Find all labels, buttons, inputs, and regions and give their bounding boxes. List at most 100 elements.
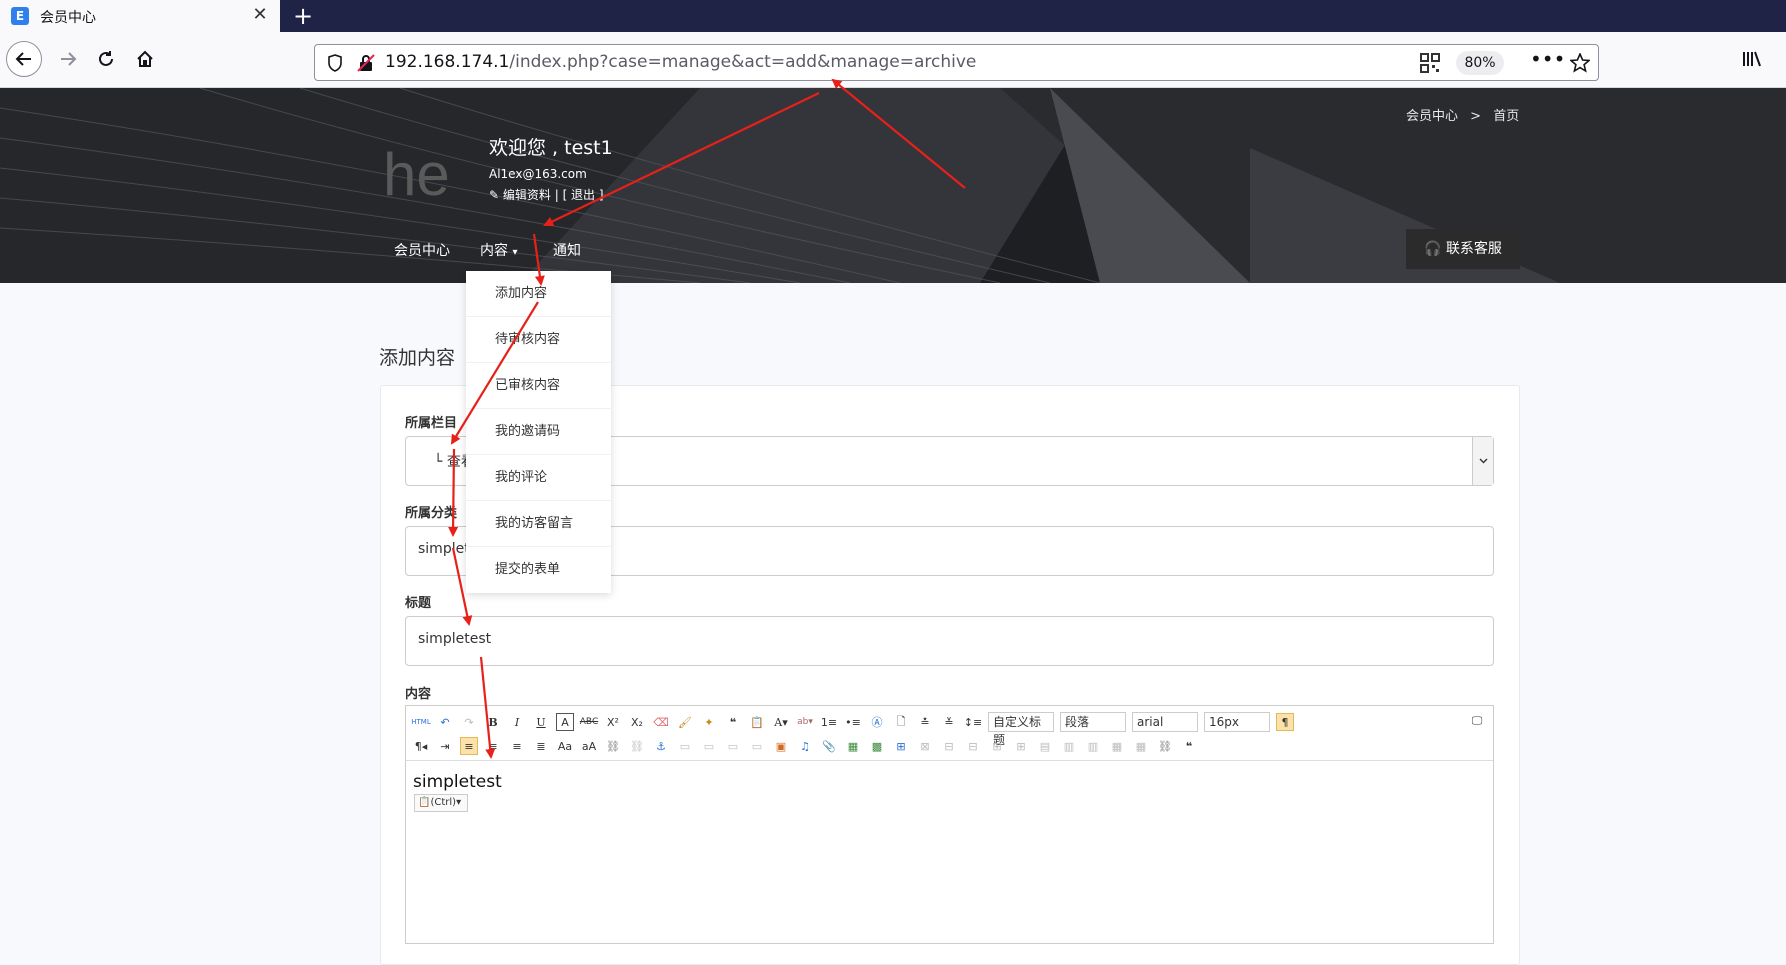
blockquote-icon[interactable]: ❝ bbox=[724, 713, 742, 731]
dropdown-item-my-comments[interactable]: 我的评论 bbox=[466, 455, 611, 501]
delete-table-icon[interactable]: ⊠ bbox=[916, 737, 934, 755]
line-height-icon[interactable]: ↕≡ bbox=[964, 713, 982, 731]
float-left-icon[interactable]: ▭ bbox=[700, 737, 718, 755]
more-actions-icon[interactable]: ••• bbox=[1530, 47, 1565, 71]
align-right-icon[interactable]: ≡ bbox=[508, 737, 526, 755]
lowercase-icon[interactable]: aA bbox=[580, 737, 598, 755]
menu-item-notice[interactable]: 通知 bbox=[553, 240, 581, 260]
clear-doc-icon[interactable]: 🗋 bbox=[892, 713, 910, 731]
browser-tab[interactable]: E 会员中心 ✕ bbox=[0, 0, 280, 32]
qr-code-icon bbox=[1420, 53, 1440, 73]
insert-row-icon[interactable]: ⊟ bbox=[940, 737, 958, 755]
float-center-icon[interactable]: ▭ bbox=[748, 737, 766, 755]
merge-cells-icon[interactable]: ▤ bbox=[1036, 737, 1054, 755]
menu-item-member-center[interactable]: 会员中心 bbox=[394, 240, 450, 260]
ordered-list-icon[interactable]: 1≡ bbox=[820, 713, 838, 731]
insecure-lock-icon bbox=[357, 54, 375, 72]
link-icon[interactable]: ⛓ bbox=[604, 737, 622, 755]
font-color-icon[interactable]: A▾ bbox=[772, 713, 790, 731]
new-tab-button[interactable]: + bbox=[290, 2, 316, 30]
float-none-icon[interactable]: ▭ bbox=[676, 737, 694, 755]
forward-button[interactable] bbox=[50, 41, 86, 77]
row-spacing-top-icon[interactable]: ≛ bbox=[916, 713, 934, 731]
undo-icon[interactable]: ↶ bbox=[436, 713, 454, 731]
select-all-icon[interactable]: Ⓐ bbox=[868, 713, 886, 731]
map-icon[interactable]: ▦ bbox=[844, 737, 862, 755]
paragraph-mark-icon[interactable]: ¶◂ bbox=[412, 737, 430, 755]
unlink-icon[interactable]: ⛓ bbox=[628, 737, 646, 755]
title-input[interactable]: simpletest bbox=[405, 616, 1494, 666]
italic-icon[interactable]: I bbox=[508, 713, 526, 731]
eraser-icon[interactable]: ⌫ bbox=[652, 713, 670, 731]
menu-item-content[interactable]: 内容 ▾ bbox=[480, 240, 517, 260]
anchor-icon[interactable]: ⚓ bbox=[652, 737, 670, 755]
align-justify-icon[interactable]: ≣ bbox=[532, 737, 550, 755]
dropdown-item-visitor-messages[interactable]: 我的访客留言 bbox=[466, 501, 611, 547]
music-icon[interactable]: ♫ bbox=[796, 737, 814, 755]
border-text-icon[interactable]: A bbox=[556, 713, 574, 731]
url-text[interactable]: 192.168.174.1/index.php?case=manage&act=… bbox=[385, 52, 976, 72]
merge-right-icon[interactable]: ▥ bbox=[1060, 737, 1078, 755]
dropdown-item-approved-content[interactable]: 已审核内容 bbox=[466, 363, 611, 409]
format-painter-icon[interactable]: 🖌 bbox=[676, 713, 694, 731]
insert-frame-icon[interactable]: ▩ bbox=[868, 737, 886, 755]
font-size-select[interactable]: 16px bbox=[1204, 712, 1270, 732]
float-right-icon[interactable]: ▭ bbox=[724, 737, 742, 755]
strikethrough-icon[interactable]: ABC bbox=[580, 713, 598, 731]
insert-code-icon[interactable]: ⛓ bbox=[1156, 737, 1174, 755]
split-cells-icon[interactable]: ▦ bbox=[1108, 737, 1126, 755]
quote-icon[interactable]: ❝ bbox=[1180, 737, 1198, 755]
breadcrumb-member-center[interactable]: 会员中心 bbox=[1406, 109, 1458, 124]
indent-icon[interactable]: ⇥ bbox=[436, 737, 454, 755]
redo-icon[interactable]: ↷ bbox=[460, 713, 478, 731]
dropdown-item-submitted-forms[interactable]: 提交的表单 bbox=[466, 547, 611, 593]
uppercase-icon[interactable]: Aa bbox=[556, 737, 574, 755]
dropdown-item-pending-content[interactable]: 待审核内容 bbox=[466, 317, 611, 363]
delete-row-icon[interactable]: ⊟ bbox=[964, 737, 982, 755]
bookmark-star-icon bbox=[1570, 53, 1590, 73]
unordered-list-icon[interactable]: •≡ bbox=[844, 713, 862, 731]
paste-options-tip[interactable]: 📋(Ctrl)▾ bbox=[414, 794, 468, 812]
contact-support-button[interactable]: 🎧 联系客服 bbox=[1406, 229, 1520, 269]
breadcrumb-home[interactable]: 首页 bbox=[1493, 109, 1519, 124]
html-source-icon[interactable]: HTML bbox=[411, 713, 430, 731]
direction-ltr-icon[interactable]: ¶ bbox=[1276, 713, 1294, 731]
dropdown-item-invite-code[interactable]: 我的邀请码 bbox=[466, 409, 611, 455]
underline-icon[interactable]: U bbox=[532, 713, 550, 731]
rich-text-editor[interactable]: HTML ↶ ↷ B I U A ABC X² X₂ ⌫ 🖌 ✦ ❝ 📋 A▾ … bbox=[405, 705, 1494, 944]
subscript-icon[interactable]: X₂ bbox=[628, 713, 646, 731]
paste-plain-icon[interactable]: 📋 bbox=[748, 713, 766, 731]
bold-icon[interactable]: B bbox=[484, 713, 502, 731]
url-bar[interactable]: 192.168.174.1/index.php?case=manage&act=… bbox=[314, 44, 1599, 81]
close-icon[interactable]: ✕ bbox=[250, 4, 270, 26]
image-icon[interactable]: ▣ bbox=[772, 737, 790, 755]
site-header: he 欢迎您 , test1 Al1ex@163.com ✎ 编辑资料 | [ … bbox=[0, 88, 1786, 283]
align-center-icon[interactable]: ≡ bbox=[484, 737, 502, 755]
profile-links[interactable]: ✎ 编辑资料 | [ 退出 ] bbox=[489, 186, 604, 203]
attachment-icon[interactable]: 📎 bbox=[820, 737, 838, 755]
editor-body-text[interactable]: simpletest bbox=[413, 772, 502, 792]
back-button[interactable] bbox=[6, 41, 42, 77]
superscript-icon[interactable]: X² bbox=[604, 713, 622, 731]
highlight-color-icon[interactable]: ab▾ bbox=[796, 713, 814, 731]
chevron-down-icon[interactable] bbox=[1472, 437, 1493, 485]
clipboard-icon: 📋 bbox=[418, 797, 431, 808]
align-left-icon[interactable]: ≡ bbox=[460, 737, 478, 755]
library-button[interactable] bbox=[1734, 41, 1770, 77]
preview-icon[interactable]: 🖵 bbox=[1468, 712, 1486, 730]
home-button[interactable] bbox=[127, 41, 163, 77]
row-spacing-bottom-icon[interactable]: ≚ bbox=[940, 713, 958, 731]
reload-button[interactable] bbox=[88, 41, 124, 77]
paragraph-select[interactable]: 段落 bbox=[1060, 712, 1126, 732]
custom-title-select[interactable]: 自定义标题 bbox=[988, 712, 1054, 747]
merge-down-icon[interactable]: ▥ bbox=[1084, 737, 1102, 755]
profile-links-text[interactable]: 编辑资料 | [ 退出 ] bbox=[503, 188, 604, 202]
dropdown-item-add-content[interactable]: 添加内容 bbox=[466, 271, 611, 317]
insert-col-icon[interactable]: ⊞ bbox=[988, 737, 1006, 755]
delete-col-icon[interactable]: ⊞ bbox=[1012, 737, 1030, 755]
font-family-select[interactable]: arial bbox=[1132, 712, 1198, 732]
zoom-level-badge[interactable]: 80% bbox=[1456, 51, 1504, 75]
auto-format-icon[interactable]: ✦ bbox=[700, 713, 718, 731]
table-icon[interactable]: ⊞ bbox=[892, 737, 910, 755]
split-rows-icon[interactable]: ▦ bbox=[1132, 737, 1150, 755]
